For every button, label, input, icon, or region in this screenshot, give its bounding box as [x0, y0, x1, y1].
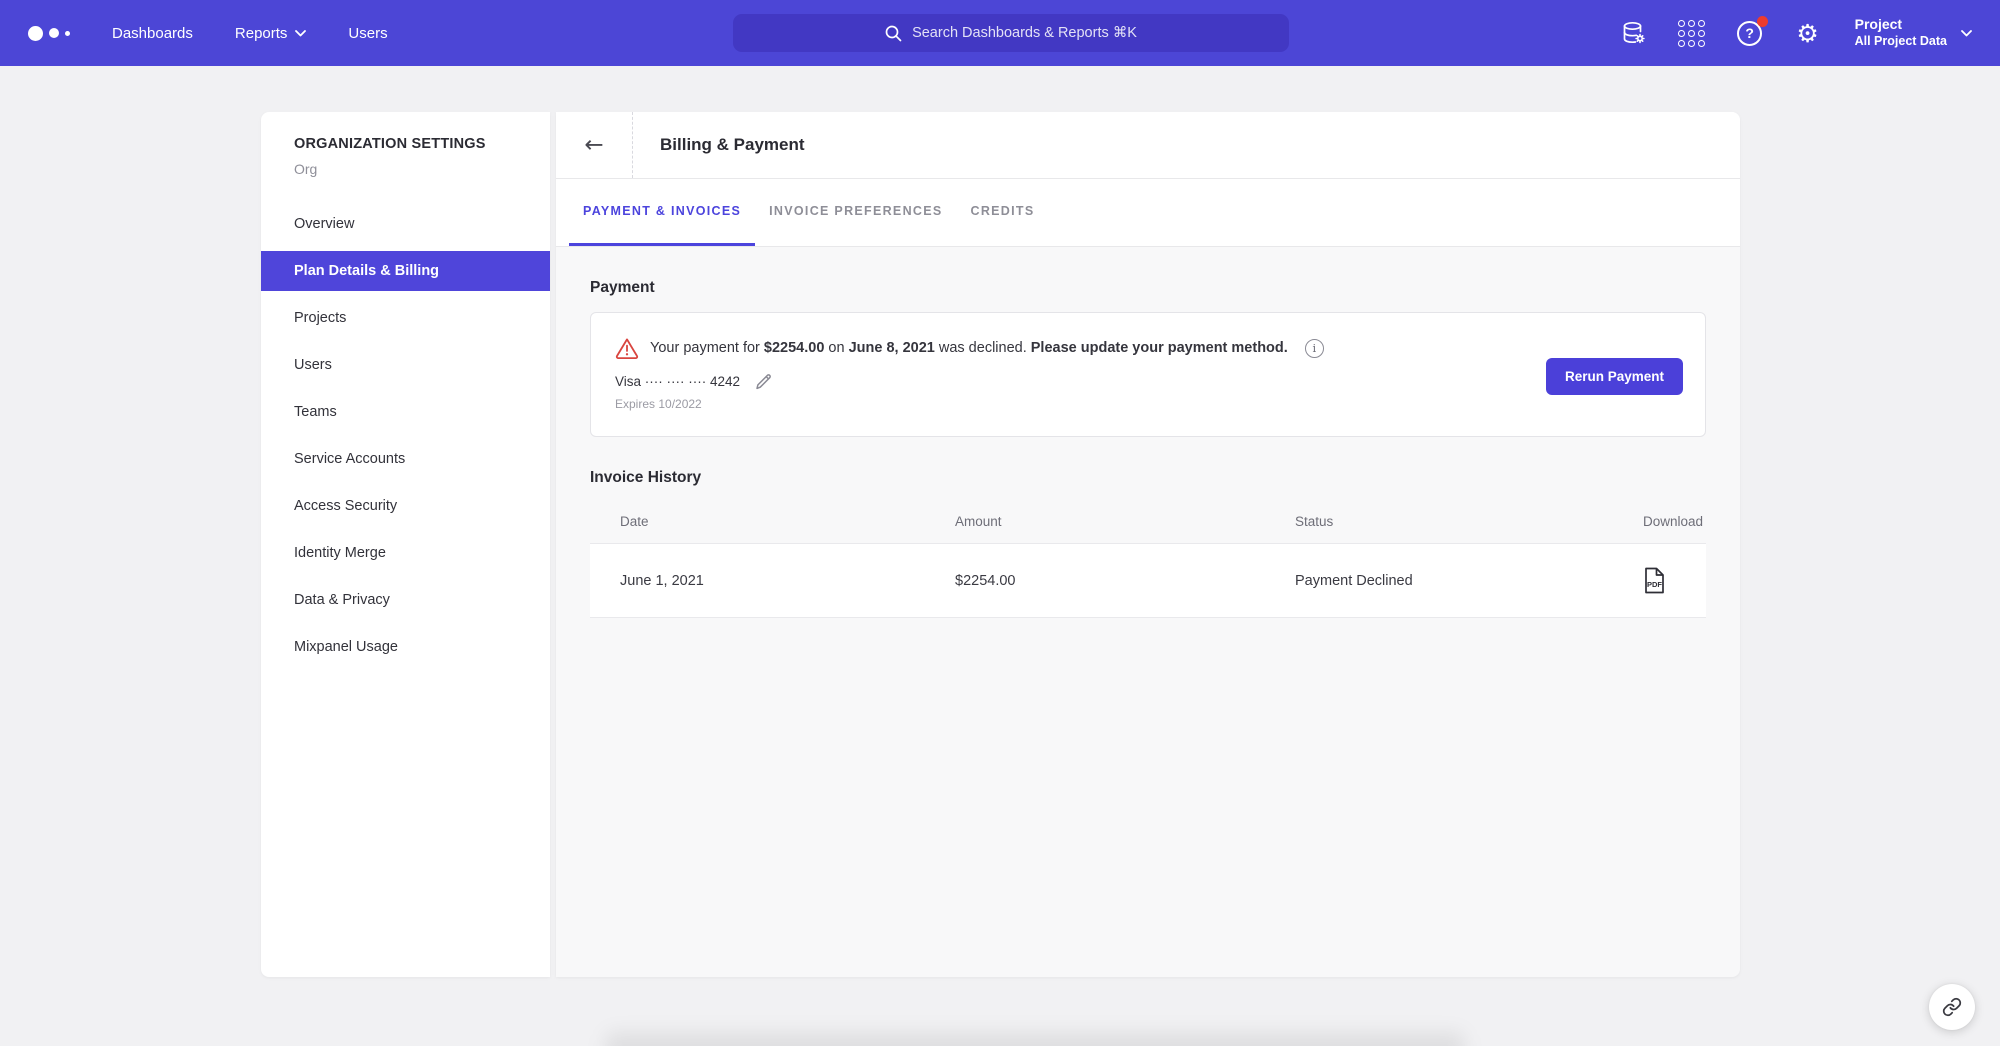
warning-triangle-icon — [615, 337, 639, 359]
column-header-date: Date — [620, 514, 955, 529]
page-header: ← Billing & Payment — [556, 112, 1740, 179]
card-masked-number: ···· ···· ···· 4242 — [645, 374, 740, 389]
back-button[interactable]: ← — [556, 112, 633, 178]
billing-tabs: PAYMENT & INVOICES INVOICE PREFERENCES C… — [556, 179, 1740, 247]
invoice-table: Date Amount Status Download June 1, 2021… — [590, 499, 1706, 618]
sidebar-item-service-accounts[interactable]: Service Accounts — [261, 439, 550, 479]
tab-payment-invoices[interactable]: PAYMENT & INVOICES — [569, 179, 755, 246]
sidebar-item-overview[interactable]: Overview — [261, 204, 550, 244]
chevron-down-icon — [1961, 30, 1972, 37]
tab-content: Payment Your payment for $2254.00 on Jun… — [556, 247, 1740, 618]
card-brand: Visa — [615, 374, 641, 389]
tab-invoice-preferences[interactable]: INVOICE PREFERENCES — [755, 179, 956, 246]
tab-credits[interactable]: CREDITS — [957, 179, 1049, 246]
rerun-payment-button[interactable]: Rerun Payment — [1546, 358, 1683, 395]
sidebar-item-teams[interactable]: Teams — [261, 392, 550, 432]
sidebar-item-projects[interactable]: Projects — [261, 298, 550, 338]
org-name: Org — [261, 161, 550, 177]
invoice-history-title: Invoice History — [590, 469, 1706, 487]
column-header-status: Status — [1295, 514, 1633, 529]
data-management-icon[interactable] — [1619, 18, 1649, 48]
invoice-amount: $2254.00 — [955, 573, 1295, 589]
top-navigation-bar: Dashboards Reports Users Search Dashboar… — [0, 0, 2000, 66]
project-selector[interactable]: Project All Project Data — [1855, 16, 1972, 49]
link-icon — [1942, 997, 1962, 1017]
download-pdf-icon[interactable]: PDF — [1643, 567, 1666, 594]
edit-card-pencil-icon[interactable] — [754, 372, 773, 391]
back-arrow-icon: ← — [584, 132, 603, 158]
sidebar-item-data-privacy[interactable]: Data & Privacy — [261, 580, 550, 620]
project-selector-label: Project — [1855, 16, 1947, 34]
sidebar-item-access-security[interactable]: Access Security — [261, 486, 550, 526]
project-selector-value: All Project Data — [1855, 34, 1947, 50]
search-icon — [885, 25, 902, 42]
column-header-download: Download — [1633, 514, 1706, 529]
card-on-file: Visa ···· ···· ···· 4242 — [615, 372, 1681, 391]
payment-section-title: Payment — [590, 279, 1706, 297]
sidebar-nav-list: Overview Plan Details & Billing Projects… — [261, 204, 550, 667]
payment-declined-alert: Your payment for $2254.00 on June 8, 202… — [615, 337, 1681, 359]
mixpanel-logo-icon[interactable] — [28, 26, 70, 41]
primary-nav: Dashboards Reports Users — [112, 25, 388, 42]
main-panel: ← Billing & Payment PAYMENT & INVOICES I… — [556, 112, 1740, 977]
app-grid-icon[interactable] — [1677, 18, 1707, 48]
svg-text:PDF: PDF — [1647, 580, 1662, 589]
nav-dashboards[interactable]: Dashboards — [112, 25, 193, 42]
settings-gear-icon[interactable]: ⚙ — [1793, 18, 1823, 48]
help-icon[interactable]: ? — [1735, 18, 1765, 48]
column-header-amount: Amount — [955, 514, 1295, 529]
invoice-status: Payment Declined — [1295, 573, 1633, 589]
invoice-history-section: Invoice History Date Amount Status Downl… — [590, 469, 1706, 618]
notification-badge — [1757, 16, 1768, 27]
sidebar-item-plan-details-billing[interactable]: Plan Details & Billing — [261, 251, 550, 291]
org-settings-sidebar: ORGANIZATION SETTINGS Org Overview Plan … — [261, 112, 550, 977]
sidebar-item-identity-merge[interactable]: Identity Merge — [261, 533, 550, 573]
info-icon[interactable]: i — [1305, 339, 1324, 358]
payment-card: Your payment for $2254.00 on June 8, 202… — [590, 312, 1706, 437]
copy-link-button[interactable] — [1929, 984, 1975, 1030]
invoice-date: June 1, 2021 — [620, 573, 955, 589]
sidebar-section-title: ORGANIZATION SETTINGS — [261, 136, 550, 152]
search-input[interactable]: Search Dashboards & Reports ⌘K — [733, 14, 1289, 52]
card-expiration: Expires 10/2022 — [615, 397, 1681, 411]
app-root: Dashboards Reports Users Search Dashboar… — [0, 0, 2000, 1046]
nav-reports[interactable]: Reports — [235, 25, 307, 42]
page-title: Billing & Payment — [633, 112, 805, 178]
search-placeholder: Search Dashboards & Reports ⌘K — [912, 25, 1137, 41]
invoice-table-row: June 1, 2021 $2254.00 Payment Declined P… — [590, 543, 1706, 618]
top-right-controls: ? ⚙ Project All Project Data — [1619, 16, 1972, 49]
bottom-peek-shadow — [605, 1032, 1465, 1046]
alert-message: Your payment for $2254.00 on June 8, 202… — [650, 340, 1288, 356]
sidebar-item-users[interactable]: Users — [261, 345, 550, 385]
nav-users[interactable]: Users — [348, 25, 387, 42]
sidebar-item-mixpanel-usage[interactable]: Mixpanel Usage — [261, 627, 550, 667]
invoice-table-header: Date Amount Status Download — [590, 499, 1706, 543]
chevron-down-icon — [295, 30, 306, 37]
